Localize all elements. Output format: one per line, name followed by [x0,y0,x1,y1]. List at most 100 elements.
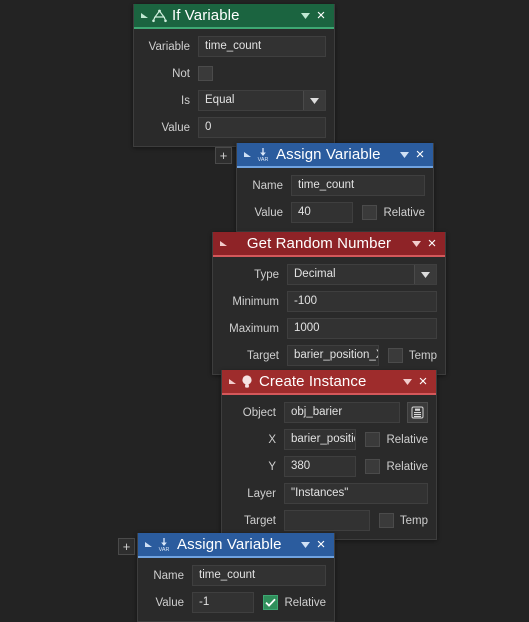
temp-label: Temp [408,349,437,362]
field-label: Type [254,268,279,281]
temp-checkbox-group[interactable]: Temp [387,348,437,363]
target-input[interactable] [284,510,370,531]
value-input[interactable]: 0 [198,117,326,138]
field-row-target: Target barier_position_X Temp [221,345,437,366]
field-label: Value [155,596,184,609]
is-dropdown[interactable]: Equal [198,90,326,111]
block-header-create-instance[interactable]: Create Instance × [222,370,436,395]
minimum-input[interactable]: -100 [287,291,437,312]
field-row-type: Type Decimal [221,264,437,285]
block-assign-variable-bottom[interactable]: VAR Assign Variable × Name time_count Va… [137,533,335,622]
relative-checkbox[interactable] [365,432,381,447]
close-icon[interactable]: × [416,373,430,390]
field-row-variable: Variable time_count [142,36,326,57]
field-label: Minimum [232,295,279,308]
relative-checkbox-group[interactable]: Relative [362,205,425,220]
branch-icon [152,9,167,23]
field-label: Value [161,121,190,134]
expand-button-assign-top[interactable]: + [215,147,232,164]
block-title: Assign Variable [177,536,282,553]
temp-checkbox[interactable] [378,513,394,528]
field-label: Maximum [229,322,279,335]
field-row-target: Target Temp [230,510,428,531]
close-icon[interactable]: × [314,536,328,553]
object-input[interactable]: obj_barier [284,402,400,423]
field-label: Not [172,67,190,80]
relative-checkbox-group-y[interactable]: Relative [365,459,428,474]
field-label: Name [153,569,184,582]
field-label: Value [254,206,283,219]
relative-checkbox[interactable] [362,205,378,220]
block-body-get-random-number: Type Decimal Minimum -100 Maximum 1000 T… [213,257,445,374]
chevron-down-icon[interactable] [303,91,325,110]
block-header-assign-variable-top[interactable]: VAR Assign Variable × [237,143,433,168]
field-row-x: X barier_position_X Relative [230,429,428,450]
svg-text:VAR: VAR [159,547,170,552]
field-row-maximum: Maximum 1000 [221,318,437,339]
chevron-down-icon[interactable] [298,537,312,553]
collapse-arrow-icon[interactable] [218,239,228,249]
is-dropdown-value: Equal [205,94,235,106]
relative-label: Relative [386,460,428,473]
block-title: Assign Variable [276,146,381,163]
chevron-down-icon[interactable] [397,147,411,163]
field-row-name: Name time_count [146,565,326,586]
type-dropdown[interactable]: Decimal [287,264,437,285]
dnd-action-canvas[interactable]: If Variable × Variable time_count Not Is… [0,0,529,622]
relative-checkbox[interactable] [263,595,279,610]
block-header-if-variable[interactable]: If Variable × [134,4,334,29]
block-title: If Variable [172,7,240,24]
collapse-arrow-icon[interactable] [143,540,153,550]
block-create-instance[interactable]: Create Instance × Object obj_barier X ba… [221,370,437,540]
target-input[interactable]: barier_position_X [287,345,379,366]
block-header-get-random-number[interactable]: Get Random Number × [213,232,445,257]
not-checkbox[interactable] [198,66,213,81]
block-body-assign-variable-top: Name time_count Value 40 Relative [237,168,433,231]
close-icon[interactable]: × [314,7,328,24]
relative-label: Relative [284,596,326,609]
field-label: Y [268,460,276,473]
collapse-arrow-icon[interactable] [227,377,237,387]
chevron-down-icon[interactable] [298,8,312,24]
block-title: Get Random Number [246,235,392,252]
relative-checkbox-group-x[interactable]: Relative [365,432,428,447]
field-label: X [268,433,276,446]
chevron-down-icon[interactable] [414,265,436,284]
var-icon: VAR [156,537,172,552]
temp-checkbox[interactable] [387,348,403,363]
layer-input[interactable]: "Instances" [284,483,428,504]
name-input[interactable]: time_count [291,175,425,196]
field-row-name: Name time_count [245,175,425,196]
name-input[interactable]: time_count [192,565,326,586]
field-row-value: Value 0 [142,117,326,138]
block-get-random-number[interactable]: Get Random Number × Type Decimal Minimum… [212,232,446,375]
value-input[interactable]: -1 [192,592,255,613]
x-input[interactable]: barier_position_X [284,429,357,450]
field-row-layer: Layer "Instances" [230,483,428,504]
block-assign-variable-top[interactable]: VAR Assign Variable × Name time_count Va… [236,143,434,232]
field-row-y: Y 380 Relative [230,456,428,477]
field-row-object: Object obj_barier [230,402,428,423]
field-row-is: Is Equal [142,90,326,111]
close-icon[interactable]: × [425,235,439,252]
collapse-arrow-icon[interactable] [139,11,149,21]
temp-checkbox-group[interactable]: Temp [378,513,428,528]
collapse-arrow-icon[interactable] [242,150,252,160]
maximum-input[interactable]: 1000 [287,318,437,339]
var-icon: VAR [255,147,271,162]
object-picker-button[interactable] [407,402,428,423]
relative-label: Relative [383,206,425,219]
relative-checkbox-group[interactable]: Relative [263,595,326,610]
block-if-variable[interactable]: If Variable × Variable time_count Not Is… [133,4,335,147]
chevron-down-icon[interactable] [409,236,423,252]
block-header-assign-variable-bottom[interactable]: VAR Assign Variable × [138,533,334,558]
field-label: Target [244,514,276,527]
relative-checkbox[interactable] [365,459,381,474]
y-input[interactable]: 380 [284,456,357,477]
chevron-down-icon[interactable] [400,374,414,390]
value-input[interactable]: 40 [291,202,354,223]
block-body-if-variable: Variable time_count Not Is Equal Value 0 [134,29,334,146]
variable-input[interactable]: time_count [198,36,326,57]
close-icon[interactable]: × [413,146,427,163]
expand-button-assign-bottom[interactable]: + [118,538,135,555]
